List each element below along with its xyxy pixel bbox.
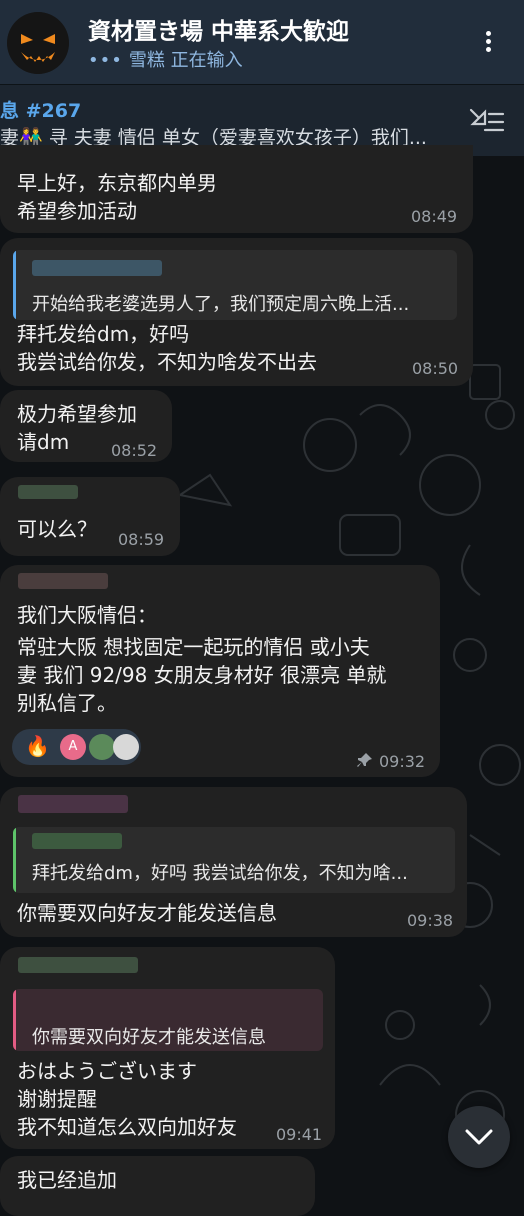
message-bubble[interactable]: 我已经追加 xyxy=(0,1156,315,1216)
pinned-title: 息 #267 xyxy=(0,100,82,122)
blurred-sender xyxy=(18,485,78,499)
message-line: 别私信了。 xyxy=(17,691,117,715)
fire-emoji: 🔥 xyxy=(25,734,50,758)
reply-text: 你需要双向好友才能发送信息 xyxy=(32,1027,266,1048)
avatar-image xyxy=(7,12,69,74)
pin-icon xyxy=(357,753,372,767)
more-vert-icon[interactable] xyxy=(478,28,498,58)
message-time: 08:59 xyxy=(118,530,165,549)
typing-dots-icon: ••• xyxy=(88,50,123,71)
reply-text: 开始给我老婆选男人了，我们预定周六晚上活... xyxy=(32,294,410,315)
message-line: おはようございます xyxy=(17,1059,197,1083)
message-time: 08:49 xyxy=(411,207,458,226)
message-line: 早上好，东京都内单男 xyxy=(17,171,217,195)
chevron-down-icon xyxy=(465,1129,493,1145)
blurred-sender xyxy=(18,957,138,973)
blurred-reply-author xyxy=(32,833,122,849)
chat-title[interactable]: 資材置き場 中華系大歓迎 xyxy=(88,12,349,46)
message-line: 请dm xyxy=(17,430,70,454)
message-bubble[interactable]: 可以么？ 08:59 xyxy=(0,477,180,556)
blurred-sender xyxy=(18,573,108,589)
blurred-sender xyxy=(18,795,128,813)
message-line: 你需要双向好友才能发送信息 xyxy=(17,901,277,925)
pin-list-icon[interactable] xyxy=(465,100,507,140)
message-line: 希望参加活动 xyxy=(17,199,137,223)
reply-quote[interactable]: 拜托发给dm，好吗 我尝试给你发，不知为啥... xyxy=(13,827,455,893)
typing-status: ••• 雪糕 正在输入 xyxy=(88,46,243,72)
message-bubble[interactable]: 早上好，东京都内单男 希望参加活动 08:49 xyxy=(0,145,473,233)
reactor-avatar xyxy=(113,734,139,760)
message-line: 极力希望参加 xyxy=(17,402,137,426)
message-line: 我们大阪情侣： xyxy=(17,603,157,627)
scroll-down-button[interactable] xyxy=(448,1106,510,1168)
message-bubble[interactable]: 拜托发给dm，好吗 我尝试给你发，不知为啥... 你需要双向好友才能发送信息 0… xyxy=(0,787,467,937)
reply-text: 拜托发给dm，好吗 我尝试给你发，不知为啥... xyxy=(32,863,408,884)
message-time: 09:41 xyxy=(276,1125,323,1144)
blurred-reply-author xyxy=(32,260,162,276)
group-avatar[interactable] xyxy=(7,12,69,74)
message-time: 09:38 xyxy=(407,911,454,930)
message-time: 09:32 xyxy=(379,752,426,771)
typing-status-text: 雪糕 正在输入 xyxy=(128,50,243,71)
chat-header: 資材置き場 中華系大歓迎 ••• 雪糕 正在输入 xyxy=(0,0,524,84)
message-bubble[interactable]: 我们大阪情侣： 常驻大阪 想找固定一起玩的情侣 或小夫 妻 我们 92/98 女… xyxy=(0,565,440,777)
message-bubble[interactable]: 开始给我老婆选男人了，我们预定周六晚上活... 拜托发给dm，好吗 我尝试给你发… xyxy=(0,238,473,386)
message-time: 08:52 xyxy=(111,441,158,460)
message-line: 拜托发给dm，好吗 xyxy=(17,322,190,346)
message-line: 我已经追加 xyxy=(17,1168,117,1192)
reaction-chip[interactable]: 🔥 A xyxy=(12,729,141,765)
reply-quote[interactable]: 开始给我老婆选男人了，我们预定周六晚上活... xyxy=(13,250,457,320)
message-line: 我不知道怎么双向加好友 xyxy=(17,1115,237,1139)
message-time: 08:50 xyxy=(412,359,459,378)
message-line: 妻 我们 92/98 女朋友身材好 很漂亮 单就 xyxy=(17,663,387,687)
message-line: 我尝试给你发，不知为啥发不出去 xyxy=(17,350,317,374)
reply-quote[interactable]: 你需要双向好友才能发送信息 xyxy=(13,989,323,1051)
message-bubble[interactable]: 你需要双向好友才能发送信息 おはようございます 谢谢提醒 我不知道怎么双向加好友… xyxy=(0,947,335,1149)
reactor-avatar xyxy=(89,734,115,760)
reactor-avatar: A xyxy=(60,734,86,760)
message-bubble[interactable]: 极力希望参加 请dm 08:52 xyxy=(0,390,172,462)
message-line: 谢谢提醒 xyxy=(17,1087,97,1111)
message-line: 可以么？ xyxy=(17,517,97,541)
message-line: 常驻大阪 想找固定一起玩的情侣 或小夫 xyxy=(17,635,370,659)
